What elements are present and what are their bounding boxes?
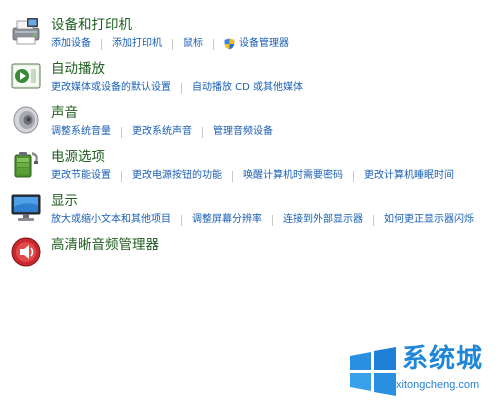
flicker-fix-link[interactable]: 如何更正显示器闪烁: [384, 213, 474, 227]
link-separator: [202, 126, 203, 138]
manage-audio-devices-link[interactable]: 管理音频设备: [213, 125, 273, 139]
link-separator: [101, 38, 102, 50]
watermark-brand: 系统城: [402, 344, 484, 374]
section-links: 放大或缩小文本和其他项目 调整屏幕分辨率 连接到外部显示器 如何更正显示器闪烁: [51, 213, 474, 227]
link-separator: [213, 38, 214, 50]
section-title[interactable]: 高清晰音频管理器: [51, 236, 159, 254]
section-autoplay: 自动播放 更改媒体或设备的默认设置 自动播放 CD 或其他媒体: [0, 60, 500, 104]
control-panel-page: 设备和打印机 添加设备 添加打印机 鼠标 设备管理器 自动播放 更改媒体或设备的…: [0, 0, 500, 408]
section-links: 更改节能设置 更改电源按钮的功能 唤醒计算机时需要密码 更改计算机睡眠时间: [51, 169, 454, 183]
mouse-link[interactable]: 鼠标: [183, 37, 203, 51]
screen-resolution-link[interactable]: 调整屏幕分辨率: [192, 213, 262, 227]
watermark-domain: xitongcheng.com: [396, 379, 480, 391]
section-display: 显示 放大或缩小文本和其他项目 调整屏幕分辨率 连接到外部显示器 如何更正显示器…: [0, 192, 500, 236]
link-separator: [181, 214, 182, 226]
section-links: 更改媒体或设备的默认设置 自动播放 CD 或其他媒体: [51, 81, 303, 95]
autoplay-icon: [11, 63, 41, 89]
power-button-function-link[interactable]: 更改电源按钮的功能: [132, 169, 222, 183]
external-display-link[interactable]: 连接到外部显示器: [283, 213, 363, 227]
section-title[interactable]: 电源选项: [51, 148, 105, 166]
link-separator: [272, 214, 273, 226]
section-title[interactable]: 自动播放: [51, 60, 105, 78]
speaker-icon: [13, 106, 39, 134]
section-title[interactable]: 设备和打印机: [51, 16, 132, 34]
section-links: 添加设备 添加打印机 鼠标 设备管理器: [51, 37, 289, 51]
device-manager-link[interactable]: 设备管理器: [224, 37, 289, 51]
section-title[interactable]: 声音: [51, 104, 78, 122]
adjust-volume-link[interactable]: 调整系统音量: [51, 125, 111, 139]
add-device-link[interactable]: 添加设备: [51, 37, 91, 51]
autoplay-cd-link[interactable]: 自动播放 CD 或其他媒体: [192, 81, 303, 95]
add-printer-link[interactable]: 添加打印机: [112, 37, 162, 51]
link-separator: [121, 126, 122, 138]
link-separator: [373, 214, 374, 226]
zoom-text-link[interactable]: 放大或缩小文本和其他项目: [51, 213, 171, 227]
printer-icon: [12, 18, 40, 45]
link-separator: [232, 170, 233, 182]
section-links: 调整系统音量 更改系统声音 管理音频设备: [51, 125, 273, 139]
change-power-saving-link[interactable]: 更改节能设置: [51, 169, 111, 183]
change-media-defaults-link[interactable]: 更改媒体或设备的默认设置: [51, 81, 171, 95]
wake-password-link[interactable]: 唤醒计算机时需要密码: [243, 169, 343, 183]
link-separator: [181, 82, 182, 94]
section-title[interactable]: 显示: [51, 192, 78, 210]
watermark: 系统城 xitongcheng.com: [340, 336, 500, 408]
device-manager-label: 设备管理器: [239, 38, 289, 49]
windows-logo-icon: [350, 347, 396, 396]
link-separator: [353, 170, 354, 182]
battery-icon: [14, 152, 38, 178]
section-hd-audio-manager: 高清晰音频管理器: [0, 236, 500, 280]
sleep-time-link[interactable]: 更改计算机睡眠时间: [364, 169, 454, 183]
change-sounds-link[interactable]: 更改系统声音: [132, 125, 192, 139]
uac-shield-icon: [224, 38, 235, 50]
section-devices-printers: 设备和打印机 添加设备 添加打印机 鼠标 设备管理器: [0, 16, 500, 60]
audio-manager-icon: [11, 237, 41, 267]
section-power-options: 电源选项 更改节能设置 更改电源按钮的功能 唤醒计算机时需要密码 更改计算机睡眠…: [0, 148, 500, 192]
link-separator: [172, 38, 173, 50]
link-separator: [121, 170, 122, 182]
section-sound: 声音 调整系统音量 更改系统声音 管理音频设备: [0, 104, 500, 148]
monitor-icon: [11, 194, 41, 221]
